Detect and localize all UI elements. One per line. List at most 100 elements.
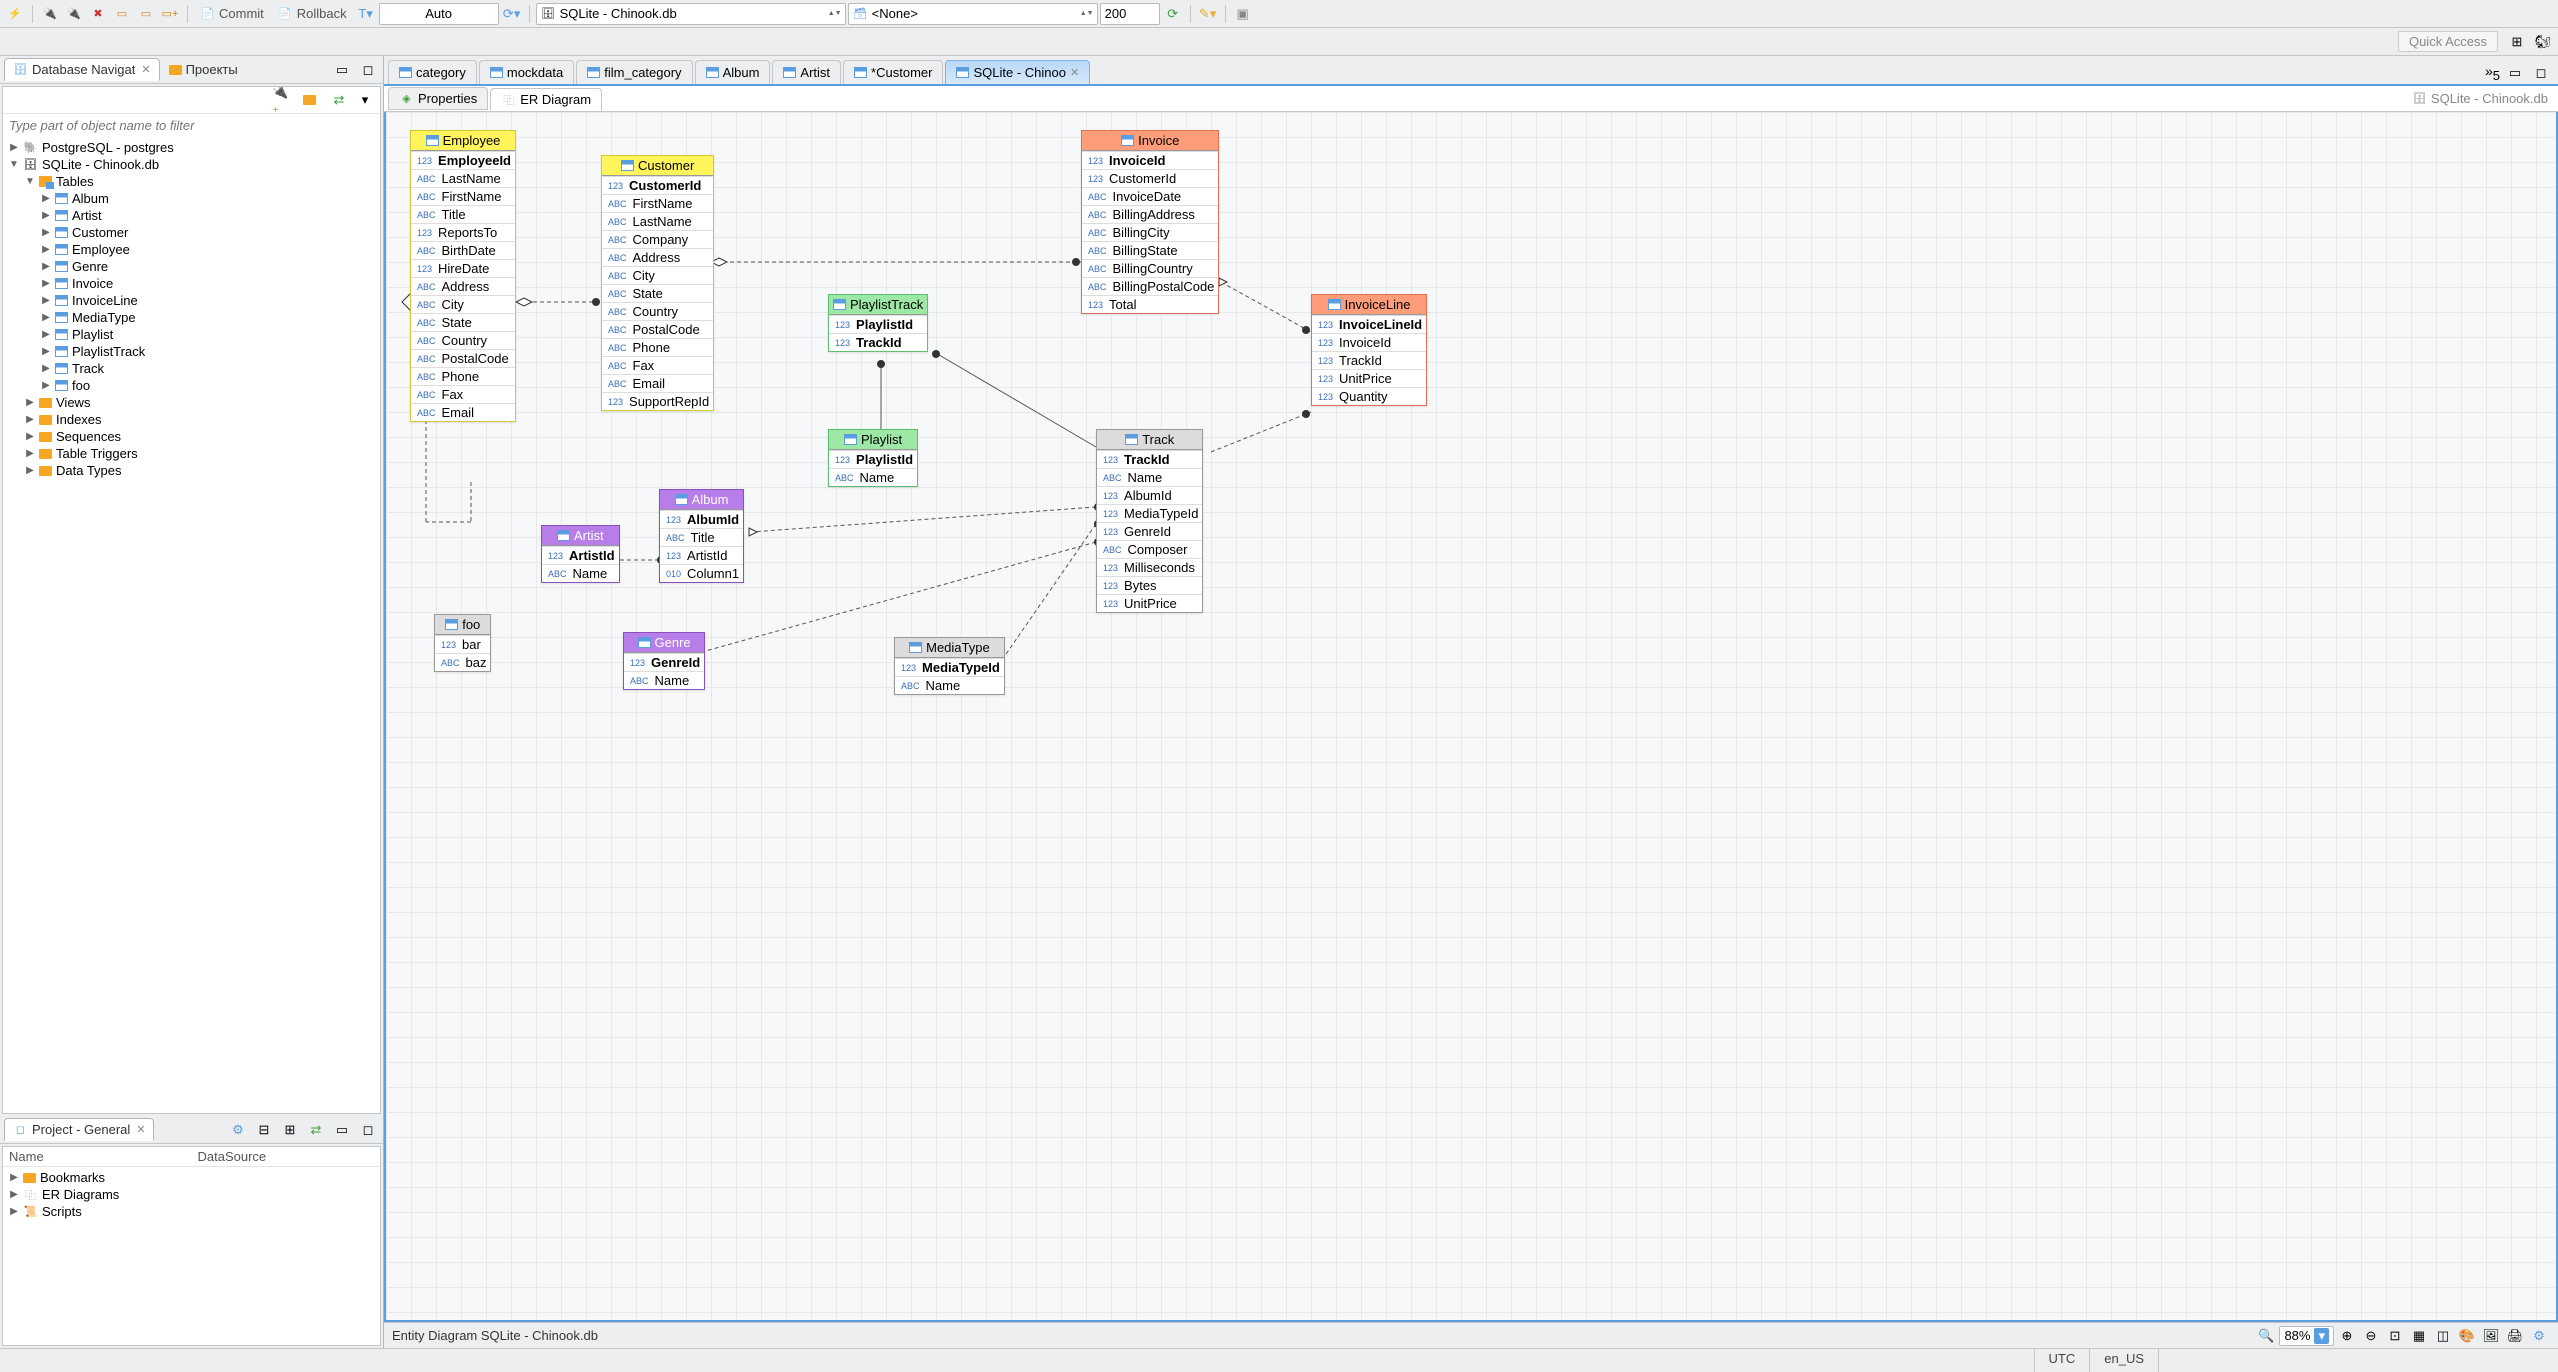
tree-table-foo[interactable]: ▶foo [3,377,380,394]
zoom-out-icon[interactable]: ⊖ [2360,1325,2382,1347]
tree-table-track[interactable]: ▶Track [3,360,380,377]
tree-table-playlisttrack[interactable]: ▶PlaylistTrack [3,343,380,360]
entity-playlisttrack[interactable]: PlaylistTrack123PlaylistId123TrackId [828,294,928,352]
schema-combo[interactable]: 🗃<None>▲▼ [848,3,1098,25]
tree-table-invoice[interactable]: ▶Invoice [3,275,380,292]
projects-tab[interactable]: Проекты [160,58,247,81]
entity-track[interactable]: Track123TrackIdABCName123AlbumId123Media… [1096,429,1203,613]
tree-table-playlist[interactable]: ▶Playlist [3,326,380,343]
er-diagram-tab[interactable]: ⿻ER Diagram [490,88,602,111]
sql-editor-button[interactable]: ▭ [111,3,133,25]
column-name-header[interactable]: Name [3,1147,192,1166]
entity-employee[interactable]: Employee123EmployeeIdABCLastNameABCFirst… [410,130,516,422]
tree-table-genre[interactable]: ▶Genre [3,258,380,275]
sql-new-button[interactable]: ▭+ [159,3,181,25]
print-icon[interactable]: 🖨 [2504,1325,2526,1347]
project-item-er-diagrams[interactable]: ▶⿻ER Diagrams [3,1186,380,1203]
link-icon[interactable]: ⇄ [305,1119,327,1141]
tree-folder-sequences[interactable]: ▶Sequences [3,428,380,445]
history-button[interactable]: ⟳▾ [501,3,523,25]
entity-invoiceline[interactable]: InvoiceLine123InvoiceLineId123InvoiceId1… [1311,294,1427,406]
editor-tab-category[interactable]: category [388,60,477,84]
editor-tab-mockdata[interactable]: mockdata [479,60,574,84]
expand-icon[interactable]: ⊞ [279,1119,301,1141]
project-item-scripts[interactable]: ▶📜Scripts [3,1203,380,1220]
close-icon[interactable]: ✕ [136,1123,145,1136]
project-item-bookmarks[interactable]: ▶Bookmarks [3,1169,380,1186]
highlight-button[interactable]: ✎▾ [1197,3,1219,25]
reconnect-button[interactable]: 🔌 [63,3,85,25]
minimize-icon[interactable]: ▭ [331,59,353,81]
commit-button[interactable]: 📄Commit [194,3,270,25]
link-editor-icon[interactable]: ⇄ [328,89,350,111]
new-connection-button[interactable]: ⚡ [4,3,26,25]
entity-album[interactable]: Album123AlbumIdABCTitle123ArtistId010Col… [659,489,744,583]
tree-table-invoiceline[interactable]: ▶InvoiceLine [3,292,380,309]
new-connection-icon[interactable]: 🔌₊ [272,89,294,111]
tree-table-artist[interactable]: ▶Artist [3,207,380,224]
tree-table-employee[interactable]: ▶Employee [3,241,380,258]
entity-genre[interactable]: Genre123GenreIdABCName [623,632,705,690]
entity-customer[interactable]: Customer123CustomerIdABCFirstNameABCLast… [601,155,714,411]
entity-mediatype[interactable]: MediaType123MediaTypeIdABCName [894,637,1005,695]
refresh-button[interactable]: ⟳ [1162,3,1184,25]
column-datasource-header[interactable]: DataSource [192,1147,381,1166]
editor-tab-filmcategory[interactable]: film_category [576,60,692,84]
maximize-icon[interactable]: ◻ [2530,62,2552,84]
palette-icon[interactable]: 🎨 [2456,1325,2478,1347]
editor-tab-sqlitechinoo[interactable]: SQLite - Chinoo✕ [945,60,1090,84]
tree-table-customer[interactable]: ▶Customer [3,224,380,241]
editor-tab-album[interactable]: Album [695,60,771,84]
zoom-combo[interactable]: 88%▾ [2279,1326,2334,1346]
tree-connection-postgres[interactable]: ▶🐘PostgreSQL - postgres [3,139,380,156]
er-diagram-canvas[interactable]: Employee123EmployeeIdABCLastNameABCFirst… [384,112,2558,1322]
minimize-icon[interactable]: ▭ [331,1119,353,1141]
entity-artist[interactable]: Artist123ArtistIdABCName [541,525,620,583]
view-menu-icon[interactable]: ▾ [354,89,376,111]
entity-foo[interactable]: foo123barABCbaz [434,614,491,672]
minimize-icon[interactable]: ▭ [2504,62,2526,84]
entity-invoice[interactable]: Invoice123InvoiceId123CustomerIdABCInvoi… [1081,130,1219,314]
row-limit-input[interactable]: 200 [1100,3,1160,25]
tree-folder-views[interactable]: ▶Views [3,394,380,411]
tree-folder-table-triggers[interactable]: ▶Table Triggers [3,445,380,462]
connect-button[interactable]: 🔌 [39,3,61,25]
settings-icon[interactable]: ⚙ [2528,1325,2550,1347]
properties-tab[interactable]: ◈Properties [388,87,488,110]
rollback-button[interactable]: 📄Rollback [272,3,353,25]
tx-mode-button[interactable]: T▾ [355,3,377,25]
layout-icon[interactable]: ◫ [2432,1325,2454,1347]
tree-connection-sqlite[interactable]: ▼🗄SQLite - Chinook.db [3,156,380,173]
close-icon[interactable]: ✕ [141,63,150,76]
perspective-dbeaver-button[interactable]: 🐿 [2532,31,2554,53]
stop-button[interactable]: ▣ [1232,3,1254,25]
tree-folder-indexes[interactable]: ▶Indexes [3,411,380,428]
entity-playlist[interactable]: Playlist123PlaylistIdABCName [828,429,918,487]
more-tabs-button[interactable]: »5 [2485,63,2500,83]
perspective-open-button[interactable]: ⊞ [2506,31,2528,53]
editor-tab-artist[interactable]: Artist [772,60,841,84]
export-icon[interactable]: 🖼 [2480,1325,2502,1347]
new-folder-icon[interactable] [298,89,320,111]
editor-tab-customer[interactable]: *Customer [843,60,943,84]
navigator-filter-input[interactable] [3,114,380,137]
zoom-in-icon[interactable]: ⊕ [2336,1325,2358,1347]
quick-access-button[interactable]: Quick Access [2398,31,2498,52]
project-general-tab[interactable]: ◻Project - General✕ [4,1118,154,1141]
grid-icon[interactable]: ▦ [2408,1325,2430,1347]
connection-combo[interactable]: 🗄SQLite - Chinook.db▲▼ [536,3,846,25]
search-icon[interactable]: 🔍 [2255,1325,2277,1347]
tx-mode-combo[interactable]: Auto [379,3,499,25]
configure-icon[interactable]: ⚙ [227,1119,249,1141]
tree-table-mediatype[interactable]: ▶MediaType [3,309,380,326]
sql-script-button[interactable]: ▭ [135,3,157,25]
maximize-icon[interactable]: ◻ [357,59,379,81]
tree-table-album[interactable]: ▶Album [3,190,380,207]
maximize-icon[interactable]: ◻ [357,1119,379,1141]
tree-folder-data-types[interactable]: ▶Data Types [3,462,380,479]
disconnect-button[interactable]: ✖ [87,3,109,25]
database-navigator-tab[interactable]: 🗄Database Navigat✕ [4,58,160,81]
collapse-icon[interactable]: ⊟ [253,1119,275,1141]
fit-icon[interactable]: ⊡ [2384,1325,2406,1347]
tree-tables-folder[interactable]: ▼Tables [3,173,380,190]
